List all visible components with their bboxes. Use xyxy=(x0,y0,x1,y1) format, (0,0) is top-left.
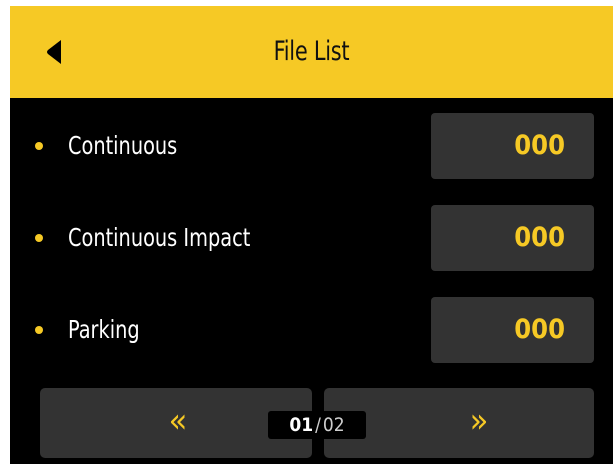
file-count-button[interactable]: 000 xyxy=(431,113,594,179)
bullet-icon xyxy=(35,326,43,334)
page-separator: / xyxy=(315,414,321,436)
bullet-icon xyxy=(35,142,43,150)
file-list-screen: File List Continuous 000 Continuous Impa… xyxy=(10,6,613,464)
page-title: File List xyxy=(273,36,350,67)
list-item-label: Continuous xyxy=(68,131,178,160)
page-indicator: 01/02 xyxy=(268,411,366,439)
header-bar: File List xyxy=(10,6,613,98)
list-item: Continuous Impact 000 xyxy=(10,205,613,271)
total-pages: 02 xyxy=(322,414,345,436)
list-item-label: Continuous Impact xyxy=(68,223,251,252)
back-button[interactable] xyxy=(32,32,76,72)
file-count-button[interactable]: 000 xyxy=(431,297,594,363)
double-chevron-right-icon: » xyxy=(469,401,489,441)
double-chevron-left-icon: « xyxy=(168,401,188,441)
list-item-label: Parking xyxy=(68,315,140,344)
current-page: 01 xyxy=(289,414,314,436)
back-arrow-icon xyxy=(47,40,61,64)
list-item: Parking 000 xyxy=(10,297,613,363)
list-item: Continuous 000 xyxy=(10,113,613,179)
bullet-icon xyxy=(35,234,43,242)
file-count-button[interactable]: 000 xyxy=(431,205,594,271)
